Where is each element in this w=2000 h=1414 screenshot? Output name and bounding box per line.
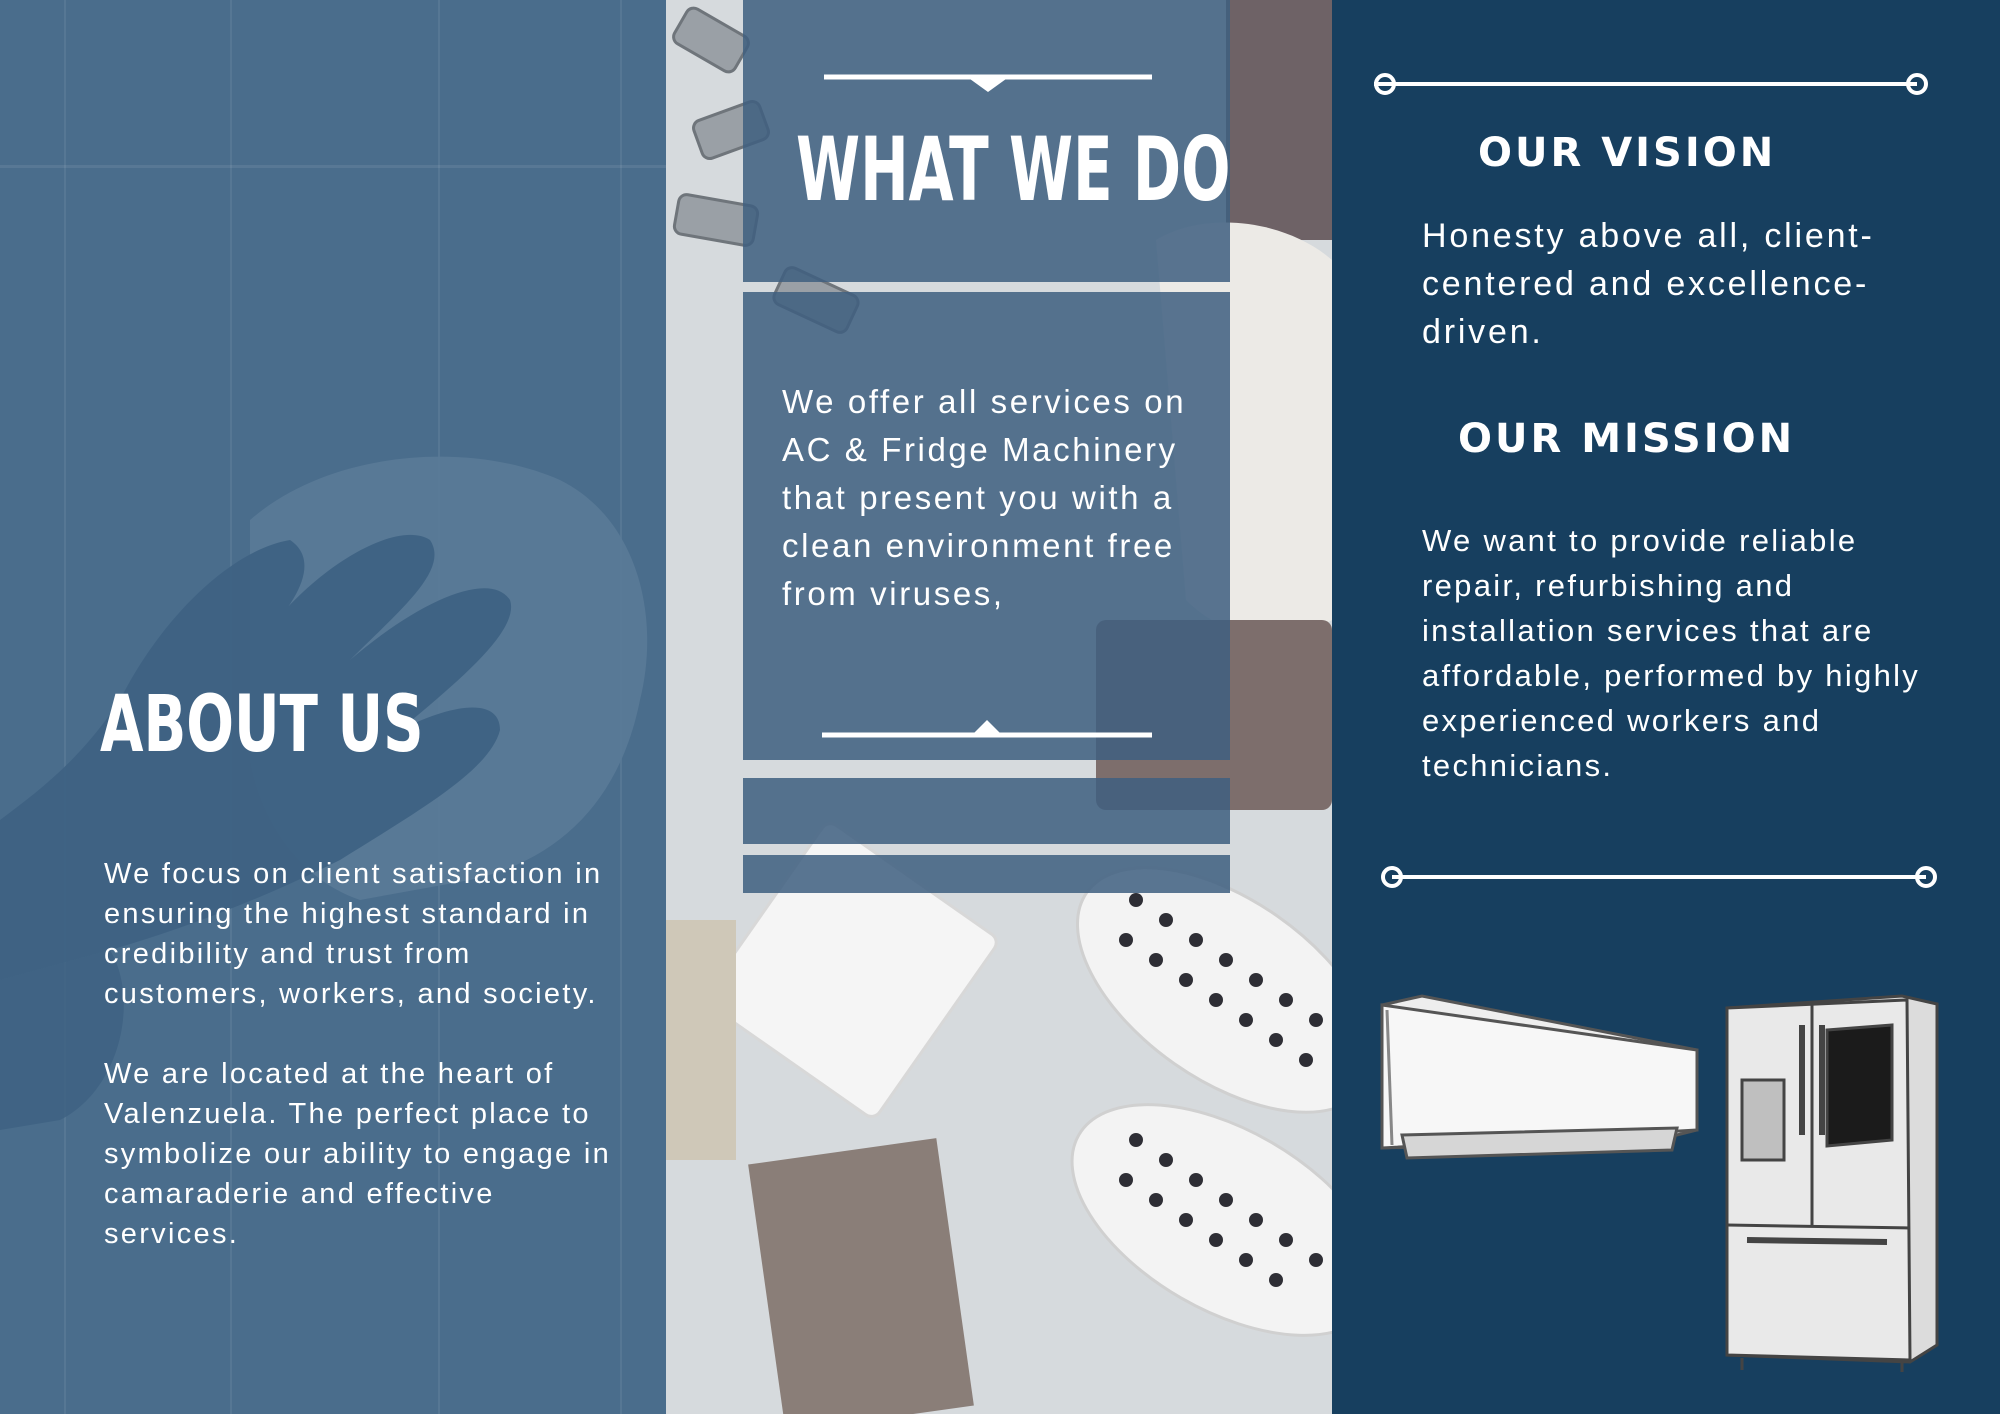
vision-mission-panel: OUR VISION Honesty above all, client-cen…: [1332, 0, 2000, 1414]
what-we-do-body: We offer all services on AC & Fridge Mac…: [782, 383, 1187, 612]
about-us-body: We focus on client satisfaction in ensur…: [104, 854, 624, 1254]
what-we-do-heading: WHAT WE DO: [796, 118, 1231, 221]
bottom-divider: [1381, 866, 1937, 888]
our-vision-heading: OUR VISION: [1478, 130, 1777, 176]
top-divider: [1374, 73, 1928, 95]
our-vision-body: Honesty above all, client-centered and e…: [1422, 217, 1875, 351]
about-paragraph-2: We are located at the heart of Valenzuel…: [104, 1058, 611, 1250]
refrigerator-icon: [1725, 994, 1939, 1372]
overlay-strip: [743, 855, 1230, 893]
overlay-strip: [743, 778, 1230, 844]
brochure-page: ABOUT US We focus on client satisfaction…: [0, 0, 2000, 1414]
our-mission-body: We want to provide reliable repair, refu…: [1422, 523, 1921, 783]
our-mission-heading: OUR MISSION: [1458, 416, 1796, 462]
air-conditioner-icon: [1380, 994, 1699, 1160]
about-panel: ABOUT US We focus on client satisfaction…: [0, 0, 666, 1414]
what-we-do-panel: WHAT WE DO We offer all services on AC &…: [666, 0, 1332, 1414]
about-us-heading: ABOUT US: [100, 680, 424, 770]
about-paragraph-1: We focus on client satisfaction in ensur…: [104, 858, 603, 1010]
